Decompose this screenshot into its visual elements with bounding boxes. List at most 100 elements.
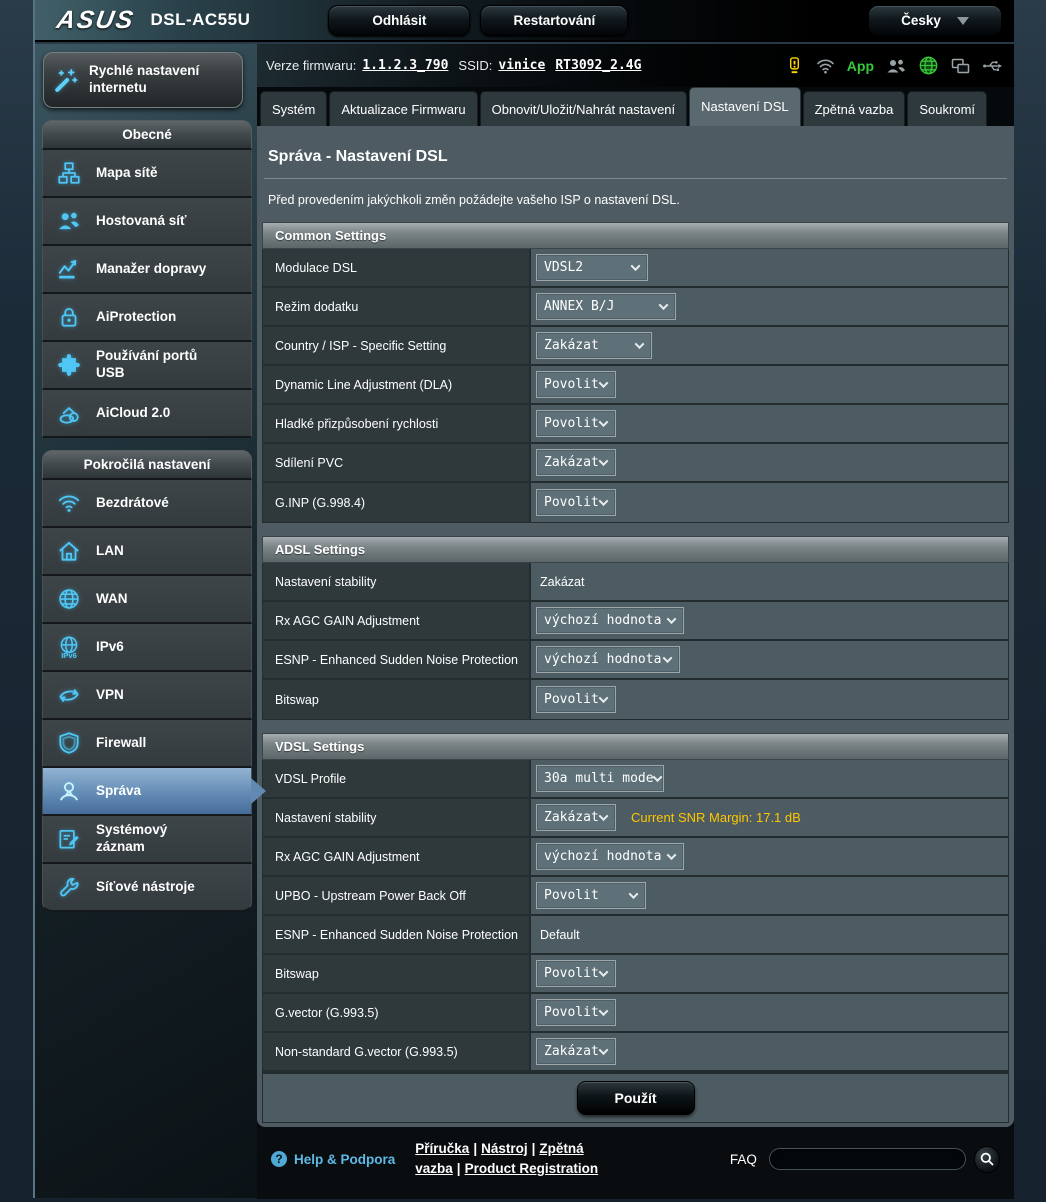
sidebar-item-lan[interactable]: LAN xyxy=(42,528,252,576)
dsl-modulation-select[interactable]: VDSL2 xyxy=(536,254,648,281)
main-panel: Správa - Nastavení DSL Před provedením j… xyxy=(257,126,1014,1127)
table-row: Hladké přizpůsobení rychlosti Povolit xyxy=(263,405,1008,444)
help-support-label: Help & Podpora xyxy=(294,1152,395,1167)
sidebar-item-system-log[interactable]: Systémový záznam xyxy=(42,816,252,864)
nonstd-gvector-select[interactable]: Zakázat xyxy=(536,1038,616,1065)
faq-search-button[interactable] xyxy=(974,1146,1000,1173)
sidebar-item-ipv6[interactable]: IPv6 IPv6 xyxy=(42,624,252,672)
sidebar-item-administration[interactable]: Správa xyxy=(42,768,252,816)
internet-globe-icon[interactable] xyxy=(918,55,939,76)
language-select[interactable]: Česky xyxy=(868,5,1002,36)
setting-label: ESNP - Enhanced Sudden Noise Protection xyxy=(263,916,531,953)
sidebar-item-aiprotection[interactable]: AiProtection xyxy=(42,294,252,342)
vdsl-esnp-value: Default xyxy=(536,928,580,942)
annex-mode-select[interactable]: ANNEX B/J xyxy=(536,293,676,320)
chevron-down-icon xyxy=(631,261,641,271)
apply-button[interactable]: Použít xyxy=(577,1081,695,1115)
sidebar-item-aicloud[interactable]: AiCloud 2.0 xyxy=(42,390,252,438)
firmware-label: Verze firmwaru: xyxy=(266,58,356,73)
wifi-status-icon[interactable] xyxy=(815,56,836,76)
gvector-select[interactable]: Povolit xyxy=(536,999,616,1026)
tab-system[interactable]: Systém xyxy=(260,91,327,126)
tab-restore-save-upload[interactable]: Obnovit/Uložit/Nahrát nastavení xyxy=(480,91,688,126)
chevron-down-icon xyxy=(629,889,639,899)
logout-button[interactable]: Odhlásit xyxy=(328,5,470,36)
devices-icon[interactable] xyxy=(950,56,971,76)
asus-logo: ASUS xyxy=(54,6,137,35)
setting-label: Hladké přizpůsobení rychlosti xyxy=(263,405,531,442)
ginp-select[interactable]: Povolit xyxy=(536,489,616,516)
table-row: Bitswap Povolit xyxy=(263,955,1008,994)
wrench-icon xyxy=(55,873,83,901)
sidebar-section-general: Obecné xyxy=(42,120,252,150)
table-row: UPBO - Upstream Power Back Off Povolit xyxy=(263,877,1008,916)
quick-setup-button[interactable]: Rychlé nastavení internetu xyxy=(43,52,243,108)
vdsl-rx-agc-select[interactable]: výchozí hodnota xyxy=(536,843,684,870)
tab-privacy[interactable]: Soukromí xyxy=(907,91,987,126)
app-status-label[interactable]: App xyxy=(847,58,874,74)
product-registration-link[interactable]: Product Registration xyxy=(465,1161,599,1176)
sidebar-item-guest-network[interactable]: Hostovaná síť xyxy=(42,198,252,246)
sidebar-item-network-map[interactable]: Mapa sítě xyxy=(42,150,252,198)
chevron-down-icon xyxy=(957,17,969,25)
ssid-label: SSID: xyxy=(458,58,492,73)
reboot-button[interactable]: Restartování xyxy=(480,5,628,36)
vdsl-profile-select[interactable]: 30a multi mode xyxy=(536,765,664,792)
vdsl-bitswap-select[interactable]: Povolit xyxy=(536,960,616,987)
setting-label: Modulace DSL xyxy=(263,249,531,286)
ssid-secondary-link[interactable]: RT3092_2.4G xyxy=(555,58,641,73)
tab-firmware-upgrade[interactable]: Aktualizace Firmwaru xyxy=(329,91,477,126)
sidebar-item-network-tools[interactable]: Síťové nástroje xyxy=(42,864,252,912)
chevron-down-icon xyxy=(635,339,645,349)
admin-person-icon xyxy=(55,777,83,805)
sidebar-item-wireless[interactable]: Bezdrátové xyxy=(42,480,252,528)
sidebar-item-usb-apps[interactable]: Používání portů USB xyxy=(42,342,252,390)
firmware-version-link[interactable]: 1.1.2.3_790 xyxy=(362,58,448,73)
adsl-bitswap-select[interactable]: Povolit xyxy=(536,686,616,713)
setting-label: Bitswap xyxy=(263,955,531,992)
chevron-down-icon xyxy=(667,850,677,860)
adsl-esnp-select[interactable]: výchozí hodnota xyxy=(536,646,680,673)
vdsl-stability-select[interactable]: Zakázat xyxy=(536,804,616,831)
magic-wand-icon xyxy=(52,66,80,94)
upbo-select[interactable]: Povolit xyxy=(536,882,646,909)
clients-icon[interactable] xyxy=(885,56,907,76)
sidebar-item-traffic-manager[interactable]: Manažer dopravy xyxy=(42,246,252,294)
chevron-down-icon xyxy=(659,300,669,310)
utility-link[interactable]: Nástroj xyxy=(481,1141,528,1156)
tab-feedback[interactable]: Zpětná vazba xyxy=(803,91,906,126)
sra-select[interactable]: Povolit xyxy=(536,410,616,437)
setting-label: UPBO - Upstream Power Back Off xyxy=(263,877,531,914)
setting-label: G.vector (G.993.5) xyxy=(263,994,531,1031)
setting-label: Režim dodatku xyxy=(263,288,531,325)
chevron-down-icon xyxy=(599,967,609,977)
app-body: Rychlé nastavení internetu Obecné Mapa s… xyxy=(35,44,1014,1198)
footer: ? Help & Podpora Příručka|Nástroj|Zpětná… xyxy=(257,1127,1014,1199)
table-row: Bitswap Povolit xyxy=(263,680,1008,719)
tab-dsl-settings[interactable]: Nastavení DSL xyxy=(689,87,800,126)
traffic-chart-icon xyxy=(55,255,83,283)
sidebar-item-vpn[interactable]: VPN xyxy=(42,672,252,720)
svg-text:IPv6: IPv6 xyxy=(61,651,77,660)
faq-label: FAQ xyxy=(730,1152,757,1167)
sidebar-item-firewall[interactable]: Firewall xyxy=(42,720,252,768)
setting-label: ESNP - Enhanced Sudden Noise Protection xyxy=(263,641,531,678)
faq-search-input[interactable] xyxy=(769,1148,967,1170)
section-common-settings: Common Settings Modulace DSL VDSL2 Režim xyxy=(262,222,1009,523)
country-isp-select[interactable]: Zakázat xyxy=(536,332,652,359)
sidebar: Rychlé nastavení internetu Obecné Mapa s… xyxy=(42,50,252,912)
chevron-down-icon xyxy=(599,496,609,506)
setting-label: Dynamic Line Adjustment (DLA) xyxy=(263,366,531,403)
manual-link[interactable]: Příručka xyxy=(415,1141,469,1156)
adsl-rx-agc-select[interactable]: výchozí hodnota xyxy=(536,607,684,634)
table-row: Country / ISP - Specific Setting Zakázat xyxy=(263,327,1008,366)
status-icons: App xyxy=(785,44,1004,87)
sidebar-item-wan[interactable]: WAN xyxy=(42,576,252,624)
setting-label: Nastavení stability xyxy=(263,799,531,836)
network-map-icon xyxy=(55,159,83,187)
ssid-primary-link[interactable]: vinice xyxy=(498,58,545,73)
usb-icon[interactable] xyxy=(982,56,1004,76)
dla-select[interactable]: Povolit xyxy=(536,371,616,398)
pvc-sharing-select[interactable]: Zakázat xyxy=(536,449,616,476)
wan-alert-icon[interactable] xyxy=(785,56,804,76)
